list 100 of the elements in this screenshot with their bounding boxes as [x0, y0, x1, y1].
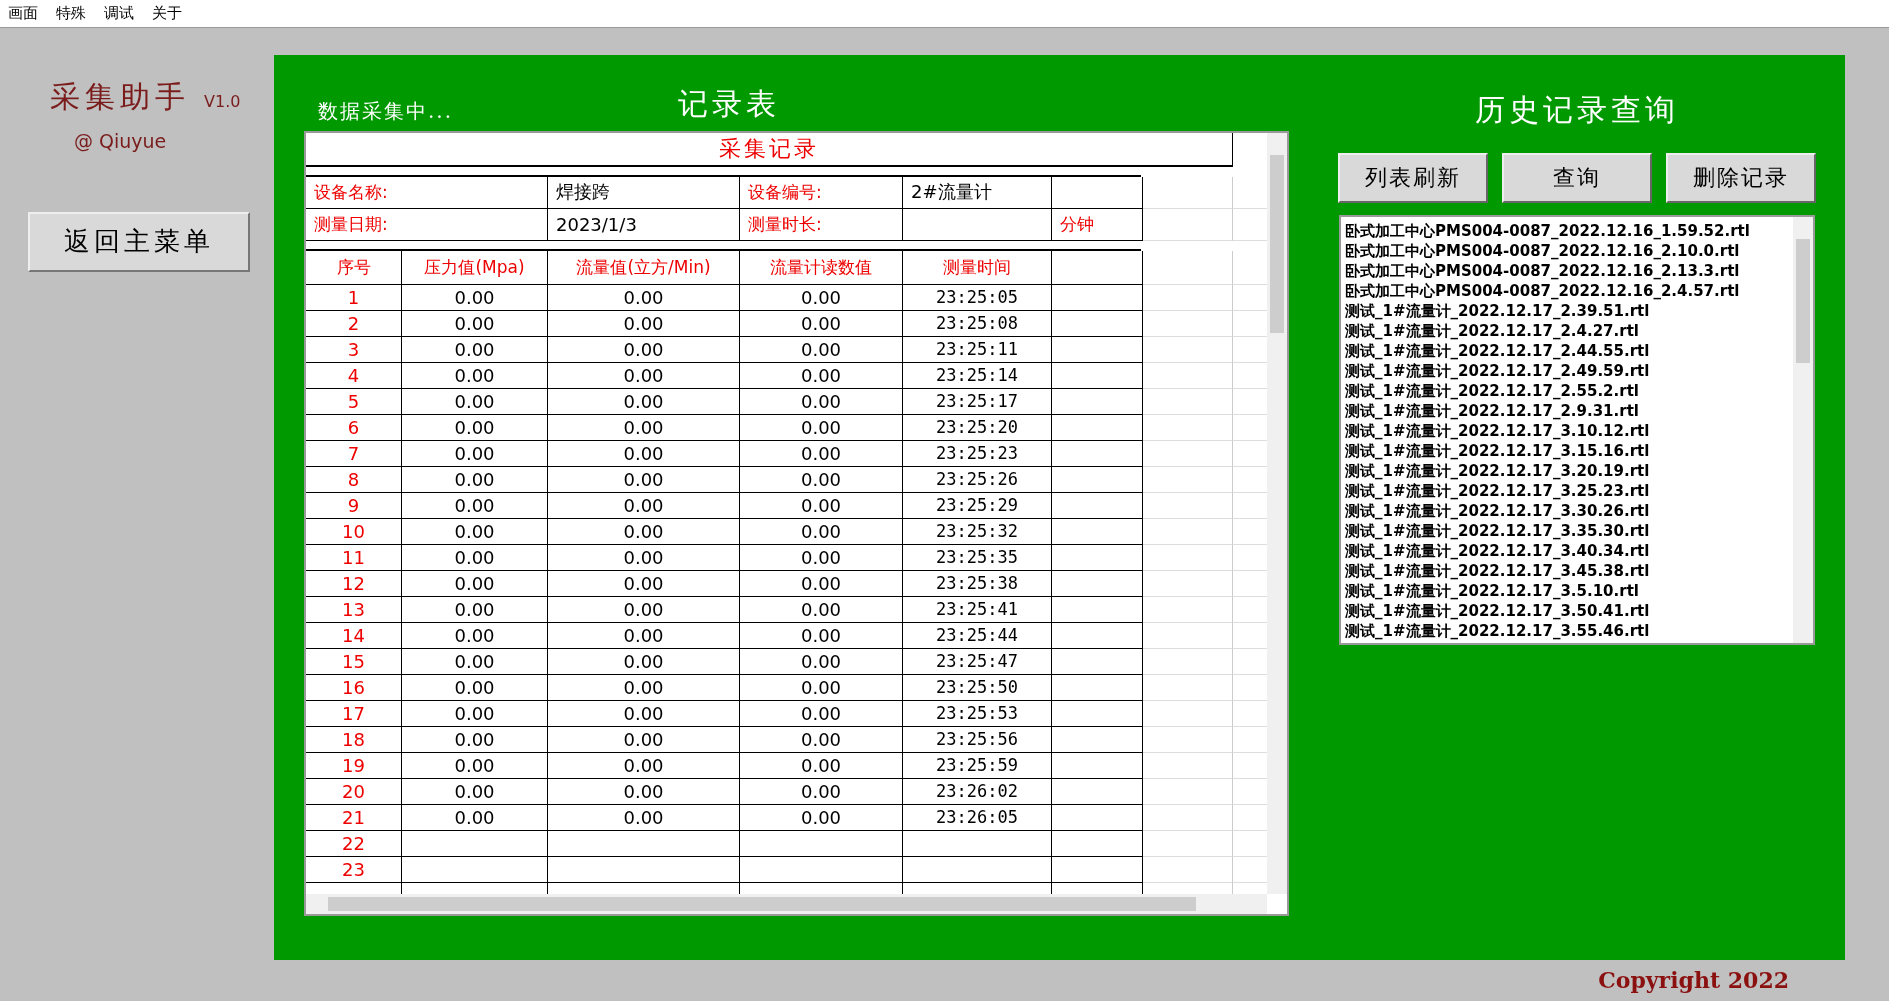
field-value: 2023/1/3: [548, 208, 740, 241]
field-value: 2#流量计: [903, 176, 1052, 209]
table-cell: 0.00: [548, 648, 740, 675]
author-label: @ Qiuyue: [74, 129, 167, 152]
table-cell: 23:25:26: [903, 466, 1052, 493]
history-button[interactable]: 列表刷新: [1338, 152, 1488, 203]
file-list-item[interactable]: 测试_1#流量计_2022.12.17_3.55.46.rtl: [1345, 620, 1793, 641]
file-list-item[interactable]: 卧式加工中心PMS004-0087_2022.12.16_2.10.0.rtl: [1345, 240, 1793, 261]
horizontal-scrollbar[interactable]: [306, 893, 1267, 914]
file-list-item[interactable]: 测试_1#流量计_2022.12.17_2.44.55.rtl: [1345, 340, 1793, 361]
table-cell: 0.00: [402, 804, 548, 831]
table-cell: 0.00: [740, 518, 903, 545]
table-cell: 0.00: [548, 284, 740, 311]
table-cell: 0.00: [740, 310, 903, 337]
table-cell: 0.00: [740, 726, 903, 753]
table-cell: 0.00: [548, 752, 740, 779]
table-cell: 0.00: [402, 622, 548, 649]
table-cell: 0.00: [402, 648, 548, 675]
history-button[interactable]: 删除记录: [1666, 152, 1816, 203]
copyright-text: Copyright 2022: [1598, 967, 1789, 994]
table-cell: 0.00: [402, 336, 548, 363]
file-list-item[interactable]: 测试_1#流量计_2022.12.17_3.25.23.rtl: [1345, 480, 1793, 501]
table-cell: 13: [306, 596, 402, 623]
file-list-item[interactable]: 测试_1#流量计_2022.12.17_2.4.27.rtl: [1345, 320, 1793, 341]
file-list-item[interactable]: 卧式加工中心PMS004-0087_2022.12.16_2.4.57.rtl: [1345, 280, 1793, 301]
file-list-item[interactable]: 卧式加工中心PMS004-0087_2022.12.16_2.13.3.rtl: [1345, 260, 1793, 281]
table-cell: 6: [306, 414, 402, 441]
table-cell: 0.00: [548, 674, 740, 701]
table-cell: 0.00: [740, 622, 903, 649]
file-list-item[interactable]: 测试_1#流量计_2022.12.17_3.5.10.rtl: [1345, 580, 1793, 601]
table-cell: 0.00: [402, 674, 548, 701]
table-cell: 0.00: [402, 596, 548, 623]
table-cell: 17: [306, 700, 402, 727]
file-list-item[interactable]: 测试_1#流量计_2022.12.17_3.45.38.rtl: [1345, 560, 1793, 581]
column-header: 测量时间: [903, 250, 1052, 285]
table-cell: 0.00: [402, 466, 548, 493]
table-cell: 5: [306, 388, 402, 415]
table-cell: 23:25:20: [903, 414, 1052, 441]
table-cell: 0.00: [740, 440, 903, 467]
record-panel-title: 记录表: [678, 84, 780, 123]
field-label: 设备编号:: [740, 176, 903, 209]
file-list-item[interactable]: 测试_1#流量计_2022.12.17_2.49.59.rtl: [1345, 360, 1793, 381]
file-list-item[interactable]: 测试_1#流量计_2022.12.17_3.40.34.rtl: [1345, 540, 1793, 561]
menu-item[interactable]: 调试: [104, 3, 134, 23]
table-cell: 21: [306, 804, 402, 831]
table-cell: 0.00: [402, 570, 548, 597]
column-header: 压力值(Mpa): [402, 250, 548, 285]
table-cell: 23:25:32: [903, 518, 1052, 545]
back-to-main-menu-button[interactable]: 返回主菜单: [28, 211, 250, 272]
menu-item[interactable]: 关于: [152, 3, 182, 23]
vertical-scrollbar[interactable]: [1267, 132, 1287, 894]
field-label: 测量日期:: [306, 208, 548, 241]
table-cell: 0.00: [402, 726, 548, 753]
file-list-item[interactable]: 测试_1#流量计_2022.12.17_3.20.19.rtl: [1345, 460, 1793, 481]
file-list-item[interactable]: 测试_1#流量计_2022.12.17_3.10.12.rtl: [1345, 420, 1793, 441]
list-scrollbar[interactable]: [1793, 216, 1813, 643]
file-list-item[interactable]: 测试_1#流量计_2022.12.17_2.55.2.rtl: [1345, 380, 1793, 401]
table-cell: 0.00: [548, 804, 740, 831]
table-cell: 18: [306, 726, 402, 753]
history-panel-title: 历史记录查询: [1475, 90, 1679, 129]
table-cell: 0.00: [548, 440, 740, 467]
table-cell: 0.00: [548, 388, 740, 415]
table-cell: 0.00: [548, 700, 740, 727]
table-cell: 8: [306, 466, 402, 493]
table-cell: 12: [306, 570, 402, 597]
menu-item[interactable]: 特殊: [56, 3, 86, 23]
field-value: 焊接跨: [548, 176, 740, 209]
table-cell: 0.00: [740, 362, 903, 389]
sheet-title: 采集记录: [306, 132, 1233, 167]
table-cell: 0.00: [740, 648, 903, 675]
table-cell: 23:26:02: [903, 778, 1052, 805]
file-list-item[interactable]: 测试_1#流量计_2022.12.17_3.35.30.rtl: [1345, 520, 1793, 541]
table-cell: 0.00: [402, 544, 548, 571]
file-list-item[interactable]: 测试_1#流量计_2022.12.17_3.30.26.rtl: [1345, 500, 1793, 521]
table-cell: 23:25:47: [903, 648, 1052, 675]
file-list-item[interactable]: 测试_1#流量计_2022.12.17_3.15.16.rtl: [1345, 440, 1793, 461]
table-cell: 0.00: [548, 336, 740, 363]
table-cell: 15: [306, 648, 402, 675]
field-label: 设备名称:: [306, 176, 548, 209]
table-cell: 23:25:50: [903, 674, 1052, 701]
file-list-item[interactable]: 测试_1#流量计_2022.12.17_3.50.41.rtl: [1345, 600, 1793, 621]
app-title: 采集助手: [50, 77, 190, 116]
file-list-item[interactable]: 测试_1#流量计_2022.12.17_2.39.51.rtl: [1345, 300, 1793, 321]
history-button[interactable]: 查询: [1502, 152, 1652, 203]
table-cell: 23:25:38: [903, 570, 1052, 597]
table-cell: 23:25:14: [903, 362, 1052, 389]
file-list-item[interactable]: 卧式加工中心PMS004-0087_2022.12.16_1.59.52.rtl: [1345, 220, 1793, 241]
table-cell: 0.00: [740, 492, 903, 519]
file-list-item[interactable]: 测试_1#流量计_2022.12.17_2.9.31.rtl: [1345, 400, 1793, 421]
table-cell: 0.00: [548, 414, 740, 441]
menu-item[interactable]: 画面: [8, 3, 38, 23]
column-header: 流量计读数值: [740, 250, 903, 285]
table-cell: 19: [306, 752, 402, 779]
table-cell: 0.00: [548, 492, 740, 519]
table-cell: 0.00: [740, 700, 903, 727]
table-cell: 0.00: [402, 310, 548, 337]
table-cell: 23:26:05: [903, 804, 1052, 831]
table-cell: 0.00: [548, 570, 740, 597]
table-cell: 4: [306, 362, 402, 389]
table-cell: 23:25:44: [903, 622, 1052, 649]
